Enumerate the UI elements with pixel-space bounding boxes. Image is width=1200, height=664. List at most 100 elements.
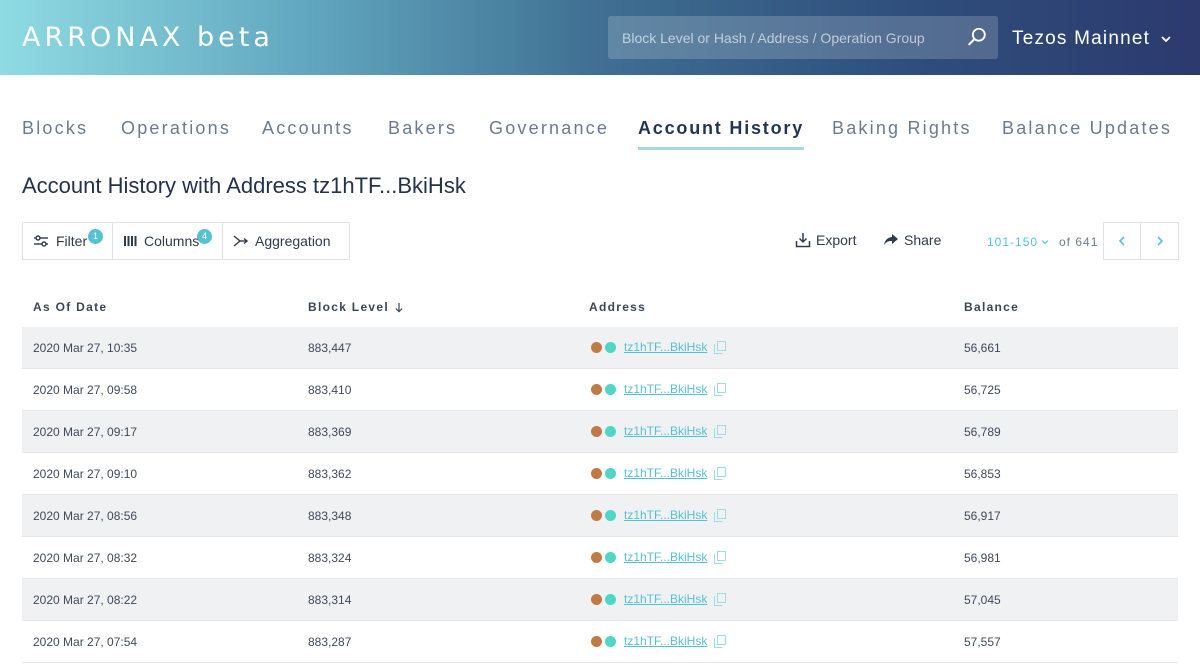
- copy-icon[interactable]: [714, 340, 727, 354]
- table-header: As Of Date Block Level Address Balance: [22, 288, 1178, 327]
- app-logo[interactable]: ARRONAX beta: [22, 22, 274, 53]
- table-toolbar: Filter 1 Columns 4 Aggregation: [22, 222, 350, 260]
- column-header-date[interactable]: As Of Date: [33, 300, 107, 314]
- aggregation-button[interactable]: Aggregation: [223, 222, 350, 260]
- address-identicon-dot: [591, 341, 602, 353]
- columns-button[interactable]: Columns 4: [113, 222, 223, 260]
- sort-down-icon: [395, 302, 403, 313]
- address-identicon-dot: [605, 551, 616, 563]
- copy-icon[interactable]: [714, 550, 727, 564]
- table-row: 2020 Mar 27, 08:22 883,314 tz1hTF...BkiH…: [22, 579, 1178, 621]
- address-link[interactable]: tz1hTF...BkiHsk: [624, 508, 707, 522]
- tab-account-history[interactable]: Account History: [638, 118, 805, 150]
- table-row: 2020 Mar 27, 09:58 883,410 tz1hTF...BkiH…: [22, 369, 1178, 411]
- address-identicon-dot: [605, 635, 616, 647]
- network-label: Tezos Mainnet: [1012, 28, 1151, 49]
- column-header-block-level[interactable]: Block Level: [308, 300, 404, 314]
- table-row: 2020 Mar 27, 08:32 883,324 tz1hTF...BkiH…: [22, 537, 1178, 579]
- copy-icon[interactable]: [714, 634, 727, 648]
- cell-date: 2020 Mar 27, 09:17: [33, 425, 138, 439]
- table-row: 2020 Mar 27, 07:54 883,287 tz1hTF...BkiH…: [22, 621, 1178, 663]
- address-link[interactable]: tz1hTF...BkiHsk: [624, 634, 707, 648]
- search-icon[interactable]: [966, 26, 988, 48]
- columns-count-badge: 4: [197, 229, 212, 244]
- next-page-button[interactable]: [1141, 222, 1179, 260]
- table-row: 2020 Mar 27, 10:35 883,447 tz1hTF...BkiH…: [22, 327, 1178, 369]
- page-range-selector[interactable]: 101-150: [987, 235, 1050, 249]
- cell-date: 2020 Mar 27, 08:22: [33, 593, 138, 607]
- address-identicon-dot: [605, 341, 616, 353]
- address-link[interactable]: tz1hTF...BkiHsk: [624, 466, 707, 480]
- cell-balance: 57,045: [964, 593, 1001, 607]
- copy-icon[interactable]: [714, 466, 727, 480]
- address-identicon-dot: [591, 635, 602, 647]
- tab-governance[interactable]: Governance: [489, 118, 609, 147]
- address-link[interactable]: tz1hTF...BkiHsk: [624, 340, 707, 354]
- tab-accounts[interactable]: Accounts: [262, 118, 354, 147]
- cell-block-level: 883,314: [308, 593, 352, 607]
- page-range-label: 101-150: [987, 235, 1039, 249]
- tab-balance-updates[interactable]: Balance Updates: [1002, 118, 1172, 147]
- pager-buttons: [1103, 222, 1179, 260]
- search-input[interactable]: [608, 16, 958, 59]
- address-identicon-dot: [591, 383, 602, 395]
- address-link[interactable]: tz1hTF...BkiHsk: [624, 424, 707, 438]
- share-button[interactable]: Share: [883, 232, 941, 248]
- app-header: ARRONAX beta Tezos Mainnet: [0, 0, 1200, 75]
- chevron-down-icon: [1161, 36, 1171, 43]
- table-row: 2020 Mar 27, 09:10 883,362 tz1hTF...BkiH…: [22, 453, 1178, 495]
- table-row: 2020 Mar 27, 09:17 883,369 tz1hTF...BkiH…: [22, 411, 1178, 453]
- cell-address: tz1hTF...BkiHsk: [591, 340, 727, 354]
- cell-date: 2020 Mar 27, 09:58: [33, 383, 138, 397]
- cell-block-level: 883,447: [308, 341, 352, 355]
- export-button[interactable]: Export: [795, 232, 856, 248]
- cell-block-level: 883,410: [308, 383, 352, 397]
- cell-address: tz1hTF...BkiHsk: [591, 466, 727, 480]
- cell-block-level: 883,348: [308, 509, 352, 523]
- cell-balance: 56,981: [964, 551, 1001, 565]
- cell-address: tz1hTF...BkiHsk: [591, 550, 727, 564]
- export-label: Export: [816, 232, 857, 248]
- copy-icon[interactable]: [714, 508, 727, 522]
- cell-balance: 57,557: [964, 635, 1001, 649]
- copy-icon[interactable]: [714, 382, 727, 396]
- address-link[interactable]: tz1hTF...BkiHsk: [624, 550, 707, 564]
- address-identicon-dot: [591, 593, 602, 605]
- cell-date: 2020 Mar 27, 10:35: [33, 341, 138, 355]
- cell-address: tz1hTF...BkiHsk: [591, 634, 727, 648]
- page-total: of 641: [1059, 235, 1099, 249]
- address-identicon-dot: [591, 425, 602, 437]
- tab-baking-rights[interactable]: Baking Rights: [832, 118, 972, 147]
- address-identicon-dot: [605, 467, 616, 479]
- tab-bakers[interactable]: Bakers: [388, 118, 457, 147]
- address-identicon-dot: [605, 425, 616, 437]
- cell-address: tz1hTF...BkiHsk: [591, 382, 727, 396]
- prev-page-button[interactable]: [1103, 222, 1141, 260]
- cell-balance: 56,789: [964, 425, 1001, 439]
- chevron-left-icon: [1118, 236, 1125, 246]
- cell-block-level: 883,324: [308, 551, 352, 565]
- copy-icon[interactable]: [714, 592, 727, 606]
- address-identicon-dot: [605, 383, 616, 395]
- copy-icon[interactable]: [714, 424, 727, 438]
- cell-balance: 56,853: [964, 467, 1001, 481]
- tab-blocks[interactable]: Blocks: [22, 118, 88, 147]
- download-icon: [795, 233, 811, 248]
- tab-operations[interactable]: Operations: [121, 118, 231, 147]
- address-link[interactable]: tz1hTF...BkiHsk: [624, 382, 707, 396]
- sliders-icon: [34, 235, 48, 247]
- cell-date: 2020 Mar 27, 08:32: [33, 551, 138, 565]
- address-identicon-dot: [591, 509, 602, 521]
- cell-date: 2020 Mar 27, 09:10: [33, 467, 138, 481]
- main-tabs: Blocks Operations Accounts Bakers Govern…: [22, 118, 1182, 152]
- cell-address: tz1hTF...BkiHsk: [591, 592, 727, 606]
- column-header-address[interactable]: Address: [589, 300, 646, 314]
- network-selector[interactable]: Tezos Mainnet: [1012, 28, 1172, 50]
- cell-date: 2020 Mar 27, 07:54: [33, 635, 138, 649]
- filter-button[interactable]: Filter 1: [22, 222, 113, 260]
- address-link[interactable]: tz1hTF...BkiHsk: [624, 592, 707, 606]
- search-box: [608, 16, 998, 59]
- address-identicon-dot: [605, 593, 616, 605]
- column-header-balance[interactable]: Balance: [964, 300, 1019, 314]
- cell-balance: 56,725: [964, 383, 1001, 397]
